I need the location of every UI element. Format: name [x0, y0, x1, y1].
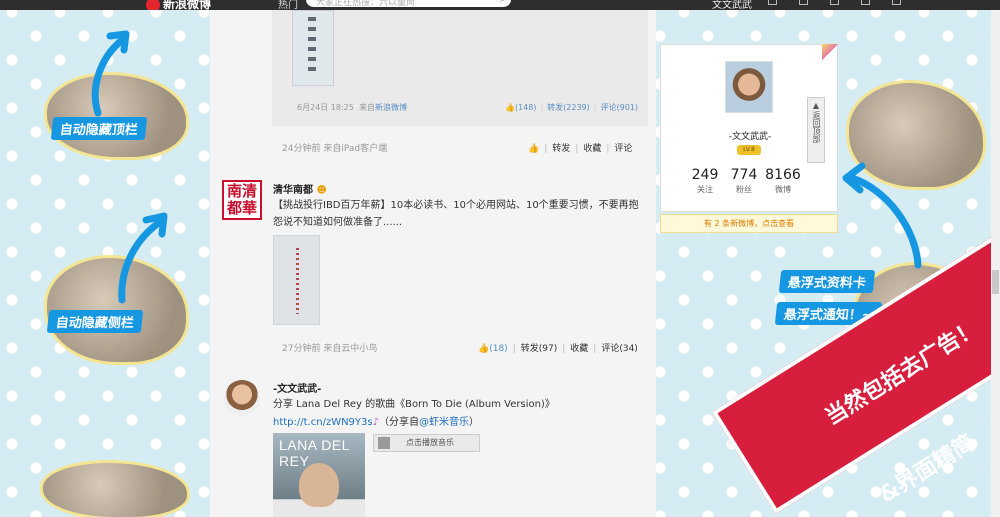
thumb-up-icon[interactable]: 👍: [478, 344, 489, 354]
scrollbar[interactable]: [991, 10, 1000, 517]
top-username[interactable]: 文文武武: [712, 0, 752, 10]
notification-icon[interactable]: [830, 0, 839, 5]
repost-button[interactable]: 转发: [552, 144, 570, 154]
post-share-line: http://t.cn/zWN9Y3s♪（分享自@虾米音乐）: [273, 414, 648, 431]
card-corner-icon[interactable]: [822, 44, 838, 60]
post-author[interactable]: -文文武武-: [273, 380, 321, 395]
settings-icon[interactable]: [861, 0, 870, 5]
share-link[interactable]: http://t.cn/zWN9Y3s: [273, 417, 373, 428]
share-from-label: （分享自: [379, 417, 419, 428]
stat-following[interactable]: 249 关注: [685, 167, 725, 195]
forwarded-actions: 👍(148) | 转发(2239) | 评论(901): [504, 103, 638, 112]
forwarded-post: 6月24日 18:25 来自新浪微博 👍(148) | 转发(2239) | 评论(90…: [272, 10, 648, 126]
forwarded-source[interactable]: 新浪微博: [375, 103, 407, 112]
stat-posts[interactable]: 8166 微博: [763, 167, 803, 195]
arrow-up-small-icon: ▲: [812, 101, 820, 110]
arrow-up-icon: [91, 30, 130, 117]
share-source-link[interactable]: @虾米音乐: [419, 417, 469, 428]
repost-button[interactable]: 转发(97): [521, 344, 557, 354]
top-nav-bar: 新浪微博 热门 大家正在热搜：六以量尚 ⌕ 文文武武: [0, 0, 1000, 10]
forwarded-date[interactable]: 6月24日 18:25: [297, 103, 354, 112]
level-badge: LV.8: [737, 145, 761, 155]
hot-menu[interactable]: 热门: [278, 0, 298, 10]
forwarded-like-count[interactable]: (148): [515, 103, 537, 112]
scrollbar-thumb[interactable]: [992, 270, 999, 294]
promo-label-float-card: 悬浮式资料卡: [778, 270, 876, 293]
play-music-button[interactable]: 点击播放音乐: [373, 434, 480, 452]
top-icon-group: [768, 0, 923, 8]
forwarded-from-label: 来自: [358, 103, 375, 112]
profile-avatar[interactable]: [725, 61, 773, 113]
home-icon[interactable]: [768, 0, 777, 5]
favorite-button[interactable]: 收藏: [583, 144, 601, 154]
back-to-top-button[interactable]: ▲ 返回顶部: [807, 97, 825, 163]
forwarded-image[interactable]: [292, 10, 334, 86]
thumb-up-icon[interactable]: 👍: [505, 103, 515, 112]
search-placeholder: 大家正在热搜：六以量尚: [316, 0, 416, 8]
post-text: 【挑战投行IBD百万年薪】10本必读书、10个必用网站、10个重要习惯，不要再抱…: [273, 200, 639, 228]
weibo-eye-icon: [146, 0, 160, 10]
comment-button[interactable]: 评论: [614, 144, 632, 154]
avatar[interactable]: [224, 380, 260, 416]
write-icon[interactable]: [892, 0, 901, 5]
post-meta: 24分钟前 来自iPad客户端: [282, 144, 388, 154]
message-icon[interactable]: [799, 0, 808, 5]
post-actions: 👍 | 转发 | 收藏 | 评论: [528, 144, 633, 154]
post-text: 分享 Lana Del Rey 的歌曲《Born To Die (Album V…: [273, 399, 555, 410]
arrow-up-icon: [118, 212, 168, 304]
post-meta: 27分钟前 来自云中小鸟: [282, 344, 378, 354]
favorite-button[interactable]: 收藏: [570, 344, 588, 354]
post-author[interactable]: 清华南都 ☻: [273, 181, 327, 196]
thumb-up-icon[interactable]: 👍: [528, 144, 539, 154]
weibo-logo[interactable]: 新浪微博: [146, 0, 211, 10]
play-icon: [378, 436, 390, 449]
search-icon[interactable]: ⌕: [500, 0, 505, 5]
feed-column: 6月24日 18:25 来自新浪微博 👍(148) | 转发(2239) | 评论(90…: [210, 10, 656, 517]
avatar[interactable]: 南清都華: [222, 180, 262, 220]
music-cover-image[interactable]: LANA DEL REY: [273, 433, 365, 517]
search-input[interactable]: 大家正在热搜：六以量尚 ⌕: [306, 0, 511, 8]
promo-label-hide-side: 自动隐藏侧栏: [46, 310, 144, 333]
forwarded-repost[interactable]: 转发(2239): [547, 103, 590, 112]
cover-face: [299, 463, 339, 507]
emoji-icon: ☻: [316, 185, 327, 196]
like-count[interactable]: (18): [489, 344, 507, 354]
logo-text: 新浪微博: [163, 0, 212, 10]
post-actions: 👍(18) | 转发(97) | 收藏 | 评论(34): [478, 344, 638, 354]
comment-button[interactable]: 评论(34): [601, 344, 637, 354]
cat-decoration: [40, 460, 190, 517]
arrow-left-up-icon: [842, 162, 922, 269]
forwarded-meta: 6月24日 18:25 来自新浪微博: [297, 102, 407, 113]
share-close: ）: [469, 417, 479, 428]
promo-label-hide-top: 自动隐藏顶栏: [50, 117, 148, 140]
forwarded-comment[interactable]: 评论(901): [600, 103, 638, 112]
stat-followers[interactable]: 774 粉丝: [724, 167, 764, 195]
new-post-notice[interactable]: 有 2 条新微博，点击查看: [660, 214, 838, 233]
post-image[interactable]: [273, 235, 320, 325]
